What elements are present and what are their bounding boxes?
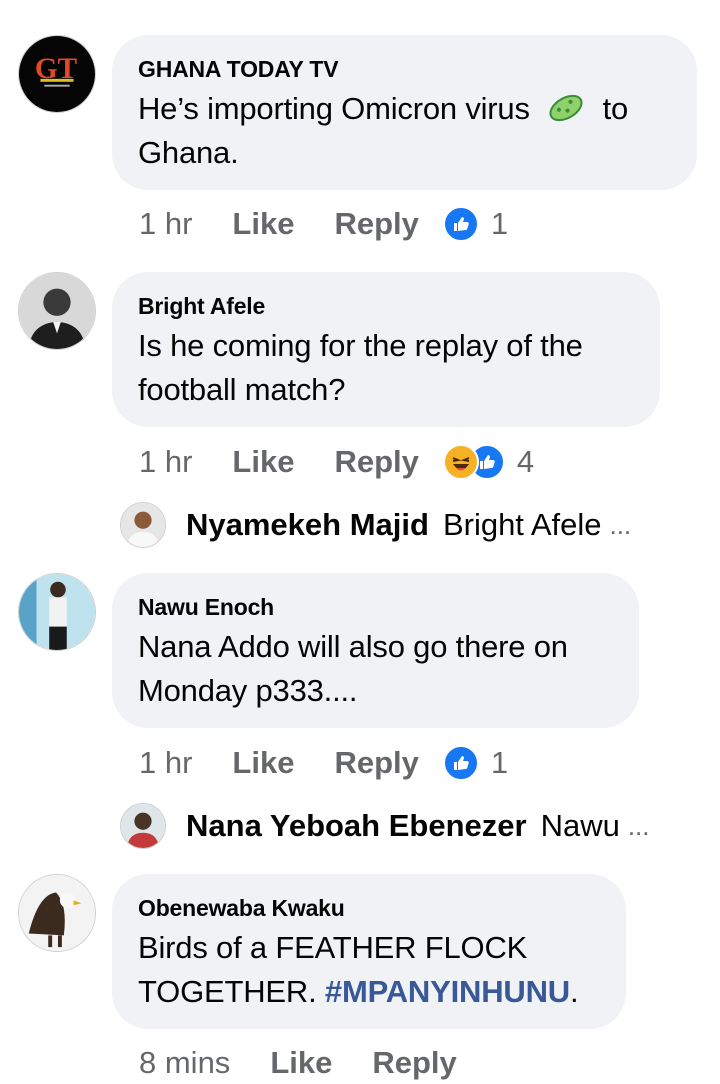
comment-author[interactable]: GHANA TODAY TV: [138, 55, 671, 83]
timestamp[interactable]: 1 hr: [139, 745, 192, 781]
reply-snippet: Nawu: [540, 808, 620, 843]
timestamp[interactable]: 8 mins: [139, 1045, 230, 1081]
comment-actions: 1 hr Like Reply 1: [139, 204, 508, 244]
reaction-count: 1: [490, 745, 509, 780]
avatar[interactable]: GT: [18, 35, 96, 113]
profile-photo: [19, 273, 95, 349]
avatar[interactable]: [18, 573, 96, 651]
reaction-count: 4: [516, 444, 535, 479]
like-button[interactable]: Like: [232, 444, 294, 480]
reply-preview[interactable]: Nyamekeh Majid Bright Afele ...: [120, 500, 631, 550]
comment-bubble: Obenewaba Kwaku Birds of a FEATHER FLOCK…: [112, 874, 626, 1029]
reply-button[interactable]: Reply: [334, 745, 418, 781]
comment-bubble: Nawu Enoch Nana Addo will also go there …: [112, 573, 639, 728]
avatar: [120, 502, 166, 548]
reply-button[interactable]: Reply: [334, 444, 418, 480]
ghana-today-logo: GT: [19, 36, 95, 112]
timestamp[interactable]: 1 hr: [139, 444, 192, 480]
comment-text: He’s importing Omicron virus to Ghana.: [138, 91, 629, 170]
hashtag-link[interactable]: #MPANYINHUNU: [325, 974, 570, 1009]
reply-button[interactable]: Reply: [372, 1045, 456, 1081]
comment-bubble: GHANA TODAY TV He’s importing Omicron vi…: [112, 35, 697, 190]
avatar: [120, 803, 166, 849]
comment-bubble: Bright Afele Is he coming for the replay…: [112, 272, 660, 427]
comment-actions: 1 hr Like Reply 4: [139, 442, 534, 482]
comment-text: Nana Addo will also go there on Monday p…: [138, 629, 568, 708]
profile-photo: [19, 574, 95, 650]
like-icon: [442, 206, 479, 242]
like-button[interactable]: Like: [270, 1045, 332, 1081]
avatar[interactable]: [18, 272, 96, 350]
comment-actions: 8 mins Like Reply: [139, 1043, 457, 1083]
comment-text: Is he coming for the replay of the footb…: [138, 328, 583, 407]
like-button[interactable]: Like: [232, 745, 294, 781]
reply-preview[interactable]: Nana Yeboah Ebenezer Nawu ...: [120, 801, 650, 851]
reply-button[interactable]: Reply: [334, 206, 418, 242]
eagle-photo: [19, 875, 95, 951]
avatar[interactable]: [18, 874, 96, 952]
comment-author[interactable]: Bright Afele: [138, 292, 634, 320]
timestamp[interactable]: 1 hr: [139, 206, 192, 242]
comment-author[interactable]: Nawu Enoch: [138, 593, 613, 621]
reaction-count: 1: [490, 206, 509, 241]
like-button[interactable]: Like: [232, 206, 294, 242]
reply-author[interactable]: Nana Yeboah Ebenezer: [186, 808, 527, 844]
haha-icon: [442, 444, 479, 480]
more-indicator: ...: [609, 509, 632, 540]
microbe-icon: [549, 94, 583, 122]
reaction-summary[interactable]: 4: [442, 444, 535, 480]
reply-snippet: Bright Afele: [442, 507, 602, 542]
like-icon: [442, 745, 479, 781]
comment-text: Birds of a FEATHER FLOCK TOGETHER. #MPAN…: [138, 930, 579, 1009]
reaction-summary[interactable]: 1: [442, 745, 509, 781]
comment-author[interactable]: Obenewaba Kwaku: [138, 894, 600, 922]
comment-actions: 1 hr Like Reply 1: [139, 743, 508, 783]
more-indicator: ...: [627, 810, 650, 841]
reaction-summary[interactable]: 1: [442, 206, 509, 242]
reply-author[interactable]: Nyamekeh Majid: [186, 507, 429, 543]
